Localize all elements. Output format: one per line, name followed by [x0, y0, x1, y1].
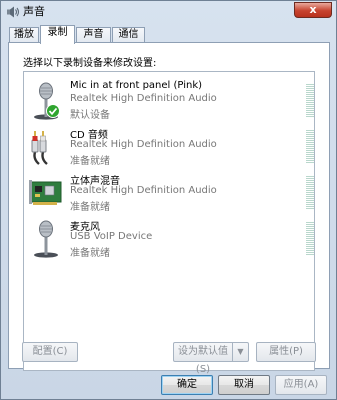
tab-playback[interactable]: 播放: [9, 27, 39, 43]
level-meter: [306, 222, 314, 256]
ok-button[interactable]: 确定: [161, 375, 213, 395]
title-bar[interactable]: 声音 x: [1, 1, 336, 23]
device-name: Mic in at front panel (Pink): [70, 80, 203, 91]
speaker-icon: [7, 6, 20, 18]
tab-sounds[interactable]: 声音: [76, 27, 111, 43]
device-status: 默认设备: [70, 110, 110, 121]
configure-button[interactable]: 配置(C): [22, 342, 78, 362]
properties-button[interactable]: 属性(P): [256, 342, 316, 362]
tab-recording[interactable]: 录制: [40, 25, 75, 44]
device-status: 准备就绪: [70, 156, 110, 167]
level-meter: [306, 84, 314, 118]
device-driver: Realtek High Definition Audio: [70, 139, 217, 150]
window-title: 声音: [23, 5, 45, 18]
cd-audio-cable-icon: [31, 131, 48, 165]
device-driver: USB VoIP Device: [70, 231, 153, 242]
recording-panel: 选择以下录制设备来修改设置: Mic in at front panel (Pi…: [8, 42, 330, 371]
microphone-icon: [34, 220, 58, 258]
device-item[interactable]: Mic in at front panel (Pink) Realtek Hig…: [24, 76, 314, 122]
tab-communications[interactable]: 通信: [112, 27, 145, 43]
device-driver: Realtek High Definition Audio: [70, 93, 217, 104]
device-item[interactable]: 立体声混音 Realtek High Definition Audio 准备就绪: [24, 168, 314, 214]
instruction-text: 选择以下录制设备来修改设置:: [23, 58, 157, 69]
device-driver: Realtek High Definition Audio: [70, 185, 217, 196]
device-list[interactable]: Mic in at front panel (Pink) Realtek Hig…: [23, 71, 315, 371]
level-meter: [306, 130, 314, 164]
close-icon: x: [309, 3, 317, 16]
level-meter: [306, 176, 314, 210]
cancel-button[interactable]: 取消: [218, 375, 270, 395]
microphone-default-icon: [34, 82, 60, 120]
set-default-button[interactable]: 设为默认值(S) ▼: [173, 342, 249, 375]
chevron-down-icon[interactable]: ▼: [232, 343, 248, 361]
device-item[interactable]: CD 音频 Realtek High Definition Audio 准备就绪: [24, 122, 314, 168]
sound-dialog: 声音 x 播放 录制 声音 通信 选择以下录制设备来修改设置: Mic in a…: [0, 0, 337, 400]
device-item[interactable]: 麦克风 USB VoIP Device 准备就绪: [24, 214, 314, 260]
device-status: 准备就绪: [70, 202, 110, 213]
sound-card-icon: [29, 180, 62, 205]
close-button[interactable]: x: [294, 2, 332, 18]
device-status: 准备就绪: [70, 248, 110, 259]
apply-button[interactable]: 应用(A): [275, 375, 327, 395]
